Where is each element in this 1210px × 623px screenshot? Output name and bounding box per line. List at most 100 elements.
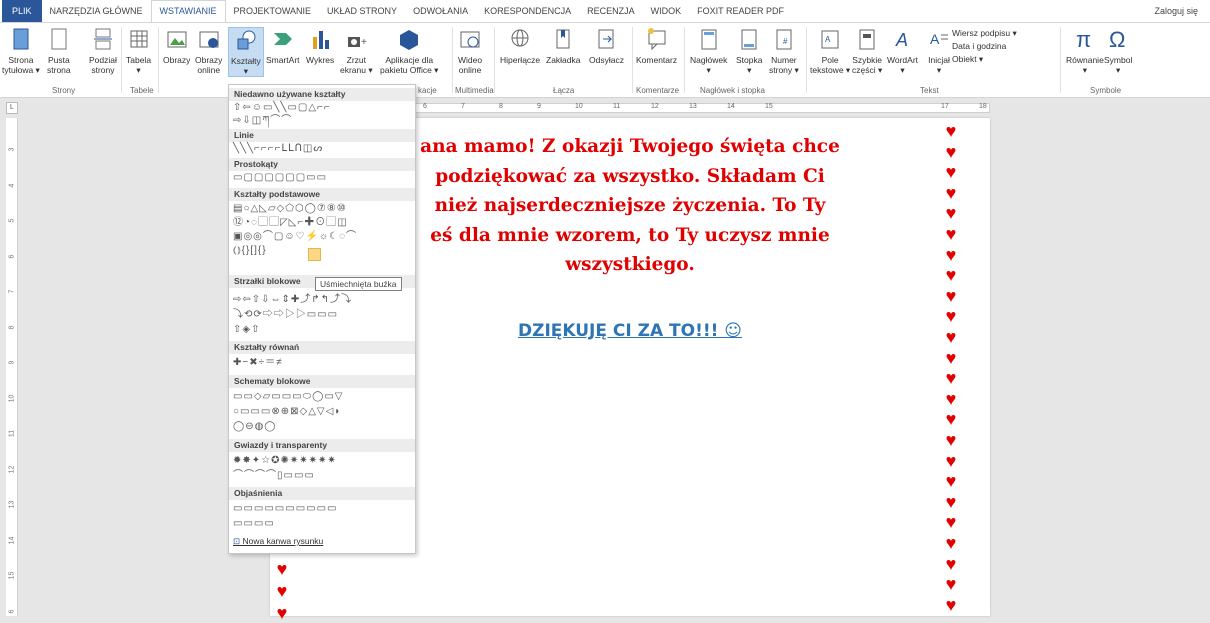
shape-row[interactable]: ⑫◔◌▢▢◸◺⌐✚⊙▢◫ [233,217,348,229]
page-number-button[interactable]: # Numer strony ▾ [769,27,799,75]
heart-shape[interactable]: ♥ [942,266,960,284]
heart-shape[interactable]: ♥ [942,246,960,264]
heart-shape[interactable]: ♥ [942,431,960,449]
heart-shape[interactable]: ♥ [942,410,960,428]
quick-parts-button[interactable]: Szybkie części ▾ [852,27,882,75]
vertical-ruler[interactable]: 3 4 5 6 7 8 9 10 11 12 13 14 15 6 [6,118,18,616]
tab-review[interactable]: RECENZJA [579,0,643,22]
heart-shape[interactable]: ♥ [273,582,291,600]
tab-view[interactable]: WIDOK [643,0,690,22]
tab-foxit[interactable]: FOXIT READER PDF [689,0,792,22]
shape-row[interactable]: ▭▢▢▢▢▢▢▭▭ [233,172,327,184]
drop-cap-button[interactable]: A Inicjał ▾ [928,27,950,75]
tab-design[interactable]: PROJEKTOWANIE [226,0,320,22]
shape-row[interactable]: ⌒⌒⌒⌒▯▭▭▭ [233,470,315,482]
heart-shape[interactable]: ♥ [273,604,291,622]
heart-shape[interactable]: ♥ [942,204,960,222]
group-separator [1060,27,1061,93]
shape-row[interactable]: ✹✸✦☆✪✺✷✷✷✷✷ [233,455,337,467]
heart-shape[interactable]: ♥ [942,513,960,531]
heart-shape[interactable]: ♥ [942,493,960,511]
header-button[interactable]: Nagłówek ▾ [690,27,727,75]
online-video-button[interactable]: Wideo online [458,27,482,75]
heart-shape[interactable]: ♥ [942,122,960,140]
shapes-button[interactable]: Kształty ▾ [228,27,264,77]
signature-line-button[interactable]: Wiersz podpisu ▾ [952,27,1017,39]
shape-row[interactable]: ◯⊖◍◯ [233,421,277,433]
heart-shape[interactable]: ♥ [942,328,960,346]
shape-row[interactable]: ⇧⇦☺▭╲╲▭▢△⌐⌐ [233,102,331,114]
shape-row[interactable]: ⇧◈⇧ [233,324,260,336]
heart-shape[interactable]: ♥ [942,307,960,325]
shape-row[interactable]: ✚−✖÷＝≠ [233,357,283,369]
comment-button[interactable]: Komentarz [636,27,677,65]
heart-shape[interactable]: ♥ [942,575,960,593]
smiley-shape-highlight[interactable] [308,248,321,261]
blank-page-button[interactable]: Pusta strona [47,27,71,75]
heart-shape[interactable]: ♥ [942,184,960,202]
cover-page-button[interactable]: Strona tytułowa ▾ [2,27,40,75]
bookmark-button[interactable]: Zakładka [546,27,581,65]
ruler-mark: 10 [8,394,16,402]
shape-row[interactable]: ▣◎◎⌒▢☺♡⚡☼☾◌⌒ [233,231,357,243]
tab-insert[interactable]: WSTAWIANIE [150,0,226,23]
heart-shape[interactable]: ♥ [942,369,960,387]
heart-shape[interactable]: ♥ [942,534,960,552]
shape-row[interactable]: ▭▭▭▭▭▭▭▭▭▭ [233,503,337,515]
sign-in-link[interactable]: Zaloguj się [1154,0,1198,22]
heart-shape[interactable]: ♥ [942,390,960,408]
table-button[interactable]: Tabela ▾ [126,27,151,75]
shapes-gallery: Niedawno używane kształty ⇧⇦☺▭╲╲▭▢△⌐⌐ ⇨⇩… [228,84,416,554]
heart-shape[interactable]: ♥ [273,560,291,578]
tab-layout[interactable]: UKŁAD STRONY [319,0,405,22]
heart-shape[interactable]: ♥ [942,472,960,490]
online-pictures-button[interactable]: Obrazy online [195,27,222,75]
shape-row[interactable]: ⇨⇩◫ཀ⌒⌒ [233,115,292,127]
heart-shape[interactable]: ♥ [942,452,960,470]
wordart-button[interactable]: A WordArt ▾ [887,27,918,75]
footer-button[interactable]: Stopka ▾ [736,27,762,75]
hyperlink-button[interactable]: Hiperłącze [500,27,540,65]
tab-home[interactable]: NARZĘDZIA GŁÓWNE [42,0,151,22]
shape-row[interactable]: ▭▭▭▭ [233,518,275,530]
tab-selector[interactable]: L [6,102,18,114]
object-button[interactable]: Obiekt ▾ [952,53,983,65]
text-box-button[interactable]: A Pole tekstowe ▾ [810,27,850,75]
section-callouts: Objaśnienia [229,487,415,500]
heart-shape[interactable]: ♥ [942,287,960,305]
shape-row[interactable]: ⤵⟲⟳⇨⇨▷▷▭▭▭ [233,309,338,321]
tab-references[interactable]: ODWOŁANIA [405,0,476,22]
cross-reference-button[interactable]: Odsyłacz [589,27,624,65]
office-apps-button[interactable]: Aplikacje dla pakietu Office ▾ [380,27,438,75]
shape-row[interactable]: ⇨⇦⇧⇩⇔⇕✚⤴↱↰⤴⤵ [233,294,352,306]
heart-shape[interactable]: ♥ [942,349,960,367]
page-break-button[interactable]: Podział strony [89,27,117,75]
new-drawing-canvas-item[interactable]: ⊡ Nowa kanwa rysunku [233,536,323,547]
heart-border-right: ♥ ♥ ♥ ♥ ♥ ♥ ♥ ♥ ♥ ♥ ♥ ♥ ♥ ♥ ♥ ♥ ♥ ♥ ♥ ♥ ♥ ♥ ♥ ♥ [942,118,962,616]
pictures-button[interactable]: Obrazy [163,27,190,65]
shape-row[interactable]: ▭▭◇▱▭▭▭⬭◯▭▽ [233,391,344,403]
ruler-mark: 10 [575,103,583,110]
page-break-icon [92,27,114,53]
heart-shape[interactable]: ♥ [942,143,960,161]
group-separator [684,27,685,93]
tab-file[interactable]: PLIK [2,0,42,22]
online-picture-icon [198,27,220,53]
shape-row[interactable]: ▤○△◺▱◇⬠⬡◯⑦⑧⑩ [233,203,347,215]
shape-row[interactable]: ○▭▭▭⊗⊕⊠◇△▽◁◗ [233,406,341,418]
heart-shape[interactable]: ♥ [942,163,960,181]
tooltip: Uśmiechnięta buźka [315,277,402,291]
heart-shape[interactable]: ♥ [942,596,960,614]
shape-row[interactable]: ╲╲╲⌐⌐⌐⌐ᒪᒪᑎ◫ᔕ [233,143,323,155]
heart-shape[interactable]: ♥ [942,555,960,573]
tab-mailings[interactable]: KORESPONDENCJA [476,0,579,22]
chart-button[interactable]: Wykres [306,27,334,65]
date-time-button[interactable]: Data i godzina [952,40,1006,52]
screenshot-button[interactable]: + Zrzut ekranu ▾ [340,27,373,75]
shape-row[interactable]: ⦅⦆{}[]{} [233,245,267,257]
equation-button[interactable]: π Równanie ▾ [1066,27,1104,75]
heart-shape[interactable]: ♥ [942,225,960,243]
ruler-mark: 11 [613,103,621,110]
symbol-button[interactable]: Ω Symbol ▾ [1104,27,1132,75]
smartart-button[interactable]: SmartArt [266,27,300,65]
